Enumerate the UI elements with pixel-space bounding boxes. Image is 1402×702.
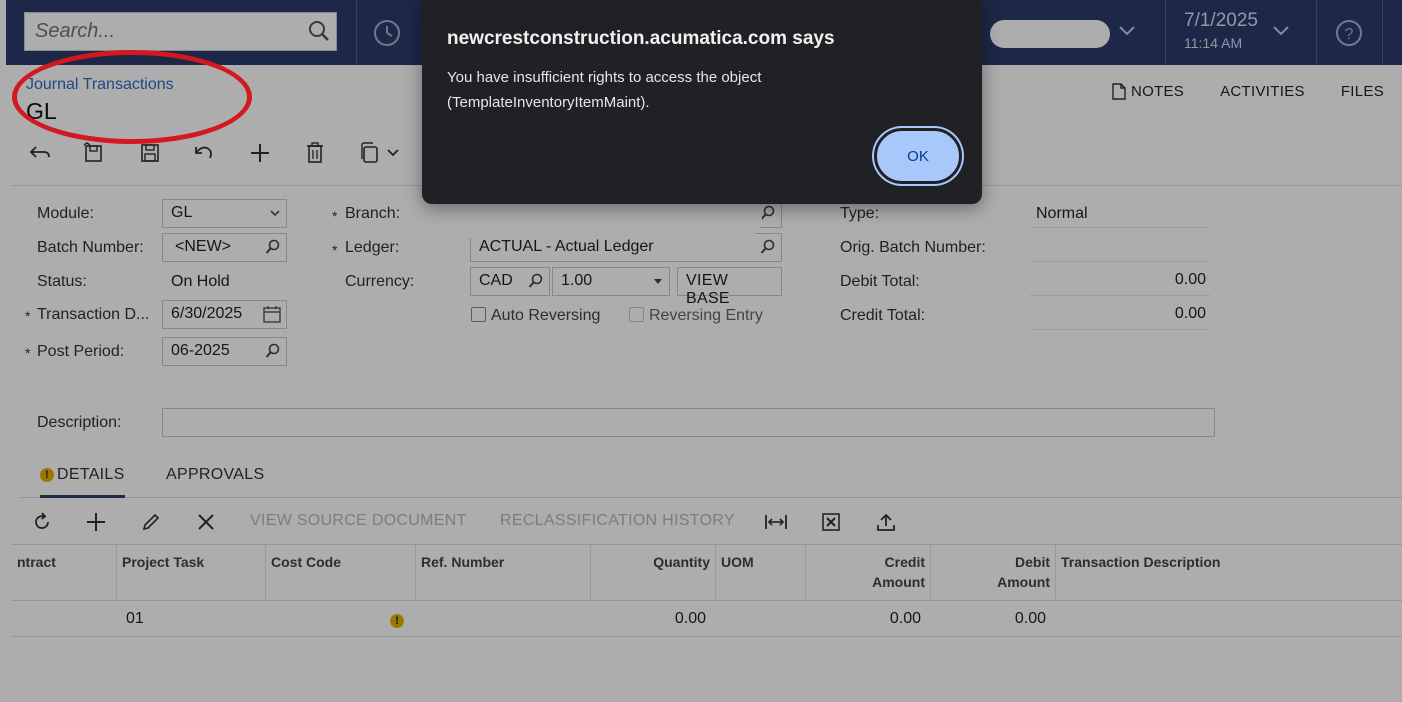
alert-dialog: newcrestconstruction.acumatica.com says …: [422, 0, 982, 204]
dialog-message: You have insufficient rights to access t…: [447, 69, 762, 111]
annotation-ellipse: [12, 50, 252, 144]
dialog-title: newcrestconstruction.acumatica.com says: [447, 28, 835, 49]
ok-button[interactable]: OK: [874, 128, 962, 184]
